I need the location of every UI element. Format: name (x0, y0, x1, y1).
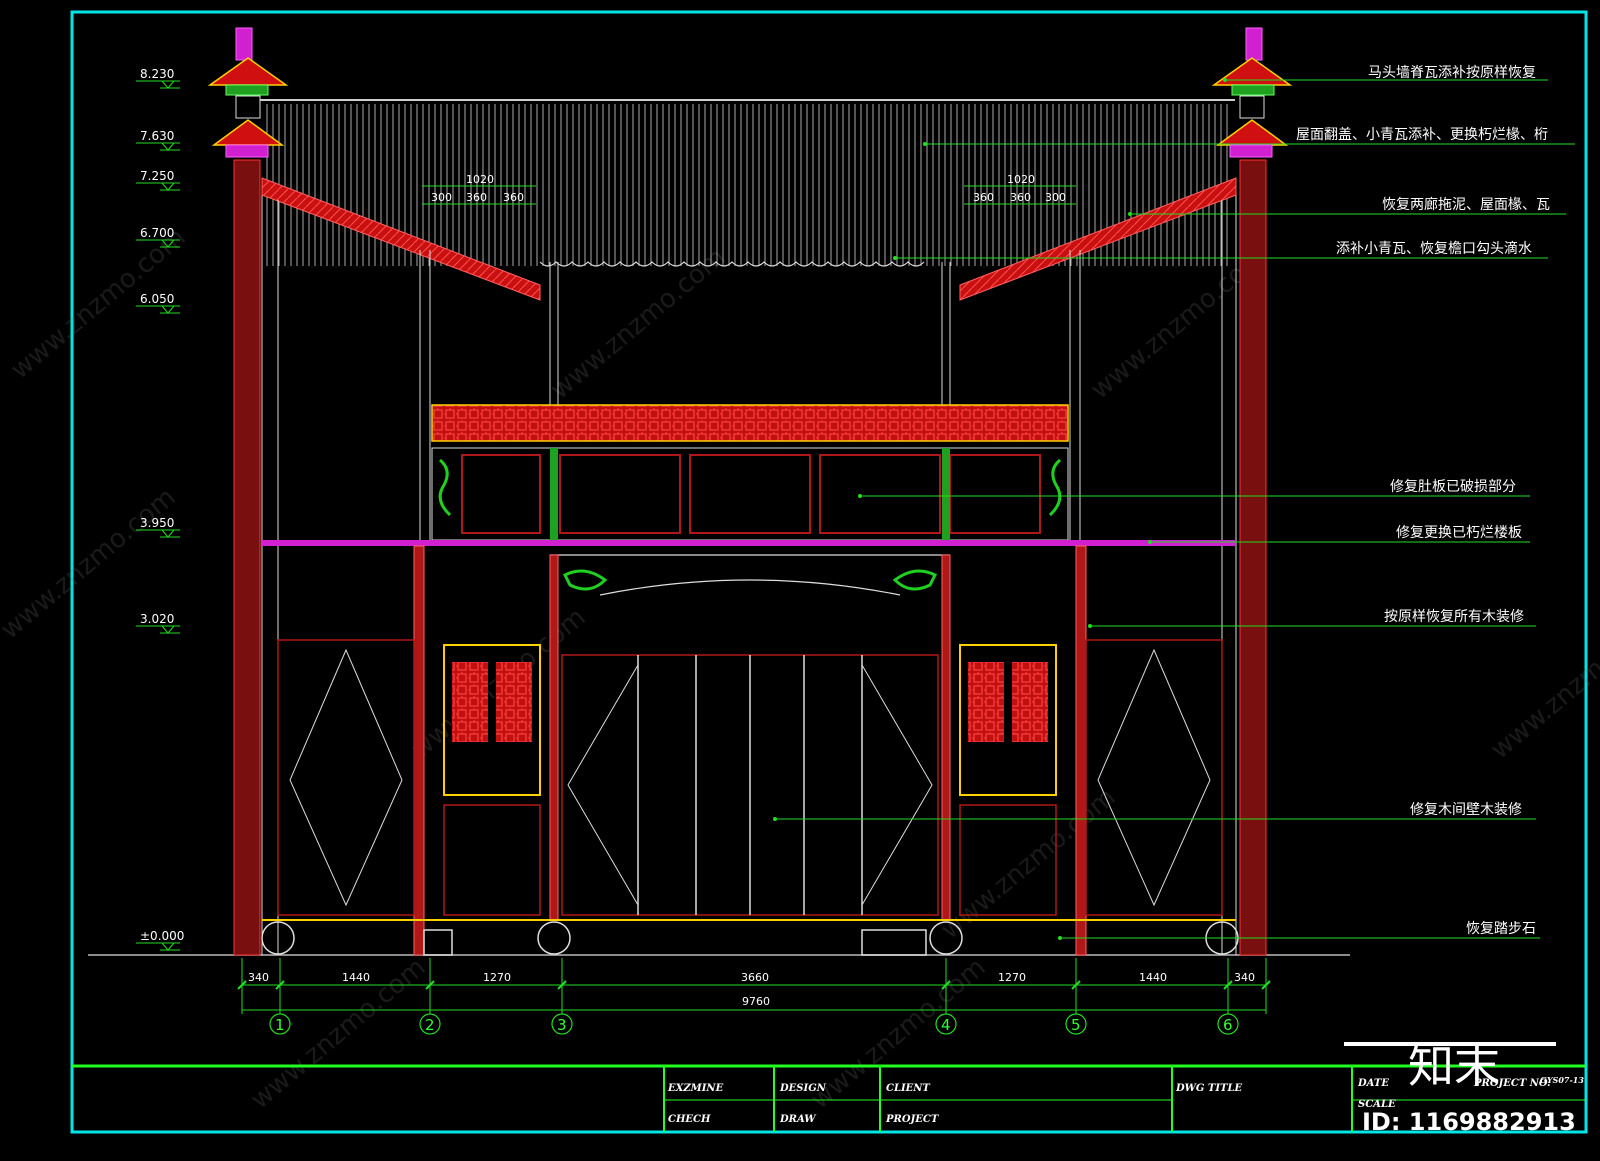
annotation-note: 屋面翻盖、小青瓦添补、更换朽烂椽、桁 (1296, 126, 1548, 143)
top-dim-left-2: 360 (466, 191, 487, 204)
watermark-text: www.znzmo.com (545, 242, 731, 405)
tb-project-no-value: GYS07-13 (1540, 1075, 1584, 1085)
lower-arch (550, 554, 950, 596)
right-gable-wall (1239, 159, 1267, 956)
elevation-triangle (161, 182, 175, 191)
leader-dot (1223, 78, 1227, 82)
elevation-triangle (161, 305, 175, 314)
gallery-apron (431, 447, 1069, 541)
tb-date: DATE (1357, 1078, 1389, 1089)
dimension-label: 1270 (998, 971, 1026, 984)
annotation-note: 修复更换已朽烂楼板 (1396, 524, 1522, 541)
left-gable-wall (233, 159, 261, 956)
leader-dot (773, 817, 777, 821)
elevation-label: 3.020 (140, 612, 174, 626)
top-dim-right-1: 360 (973, 191, 994, 204)
axis-label: 3 (557, 1016, 567, 1034)
gallery-railing (431, 404, 1069, 442)
elevation-label: 7.250 (140, 169, 174, 183)
annotation-note: 修复肚板已破损部分 (1390, 478, 1516, 495)
leader-dot (1058, 936, 1062, 940)
leader-dot (923, 142, 927, 146)
axis-bubbles: 1 2 3 4 5 6 (269, 1013, 1239, 1035)
watermark-id: ID: 1169882913 (1362, 1108, 1576, 1136)
leader-dot (1088, 624, 1092, 628)
axis-label: 5 (1071, 1016, 1081, 1034)
elevation-triangle (161, 625, 175, 634)
tb-chech: CHECH (668, 1114, 711, 1125)
top-dim-right-total: 1020 (1007, 173, 1035, 186)
top-dim-right-2: 360 (1010, 191, 1031, 204)
dimension-label: 340 (248, 971, 269, 984)
annotation-note: 添补小青瓦、恢复檐口勾头滴水 (1336, 240, 1532, 257)
annotation-note: 修复木间壁木装修 (1410, 801, 1522, 818)
elevation-label: 6.050 (140, 292, 174, 306)
tb-project: PROJECT (885, 1114, 940, 1125)
tb-client: CLIENT (886, 1083, 931, 1094)
top-dim-left-total: 1020 (466, 173, 494, 186)
dimension-label: 1270 (483, 971, 511, 984)
total-dimension: 9760 (742, 995, 770, 1008)
elevation-triangle (161, 529, 175, 538)
elevation-triangle (161, 80, 175, 89)
tb-draw: DRAW (779, 1114, 817, 1125)
elevation-label: 8.230 (140, 67, 174, 81)
top-dim-left-3: 360 (503, 191, 524, 204)
top-dim-right-3: 300 (1045, 191, 1066, 204)
elevation-label: 7.630 (140, 129, 174, 143)
leader-dot (1128, 212, 1132, 216)
annotation-note: 恢复踏步石 (1466, 920, 1536, 937)
dimension-label: 1440 (1139, 971, 1167, 984)
elevation-drawing: www.znzmo.com www.znzmo.com www.znzmo.co… (0, 10, 1600, 1136)
dimension-label: 1440 (342, 971, 370, 984)
floor-beam (262, 540, 1236, 546)
elevation-triangle (161, 142, 175, 151)
axis-label: 6 (1223, 1016, 1233, 1034)
elevation-label: ±0.000 (140, 929, 184, 943)
axis-label: 1 (275, 1016, 285, 1034)
tb-exzmine: EXZMINE (667, 1083, 724, 1094)
tb-design: DESIGN (779, 1083, 827, 1094)
leader-dot (893, 256, 897, 260)
elevation-triangle (161, 942, 175, 951)
top-dim-left-1: 300 (431, 191, 452, 204)
leader-dot (858, 494, 862, 498)
annotation-note: 马头墙脊瓦添补按原样恢复 (1368, 64, 1536, 81)
axis-label: 4 (941, 1016, 951, 1034)
watermark-text: www.znzmo.com (1485, 602, 1600, 765)
tb-dwg-title: DWG TITLE (1175, 1083, 1243, 1094)
watermark-text: www.znzmo.com (245, 952, 431, 1115)
elevation-label: 6.700 (140, 226, 174, 240)
dimension-label: 3660 (741, 971, 769, 984)
elevation-label: 3.950 (140, 516, 174, 530)
axis-label: 2 (425, 1016, 435, 1034)
dimension-label: 340 (1234, 971, 1255, 984)
watermark-logo: 知末 (1408, 1039, 1500, 1093)
annotation-note: 恢复两廊拖泥、屋面椽、瓦 (1382, 196, 1550, 213)
annotation-note: 按原样恢复所有木装修 (1384, 608, 1524, 625)
leader-dot (1148, 540, 1152, 544)
